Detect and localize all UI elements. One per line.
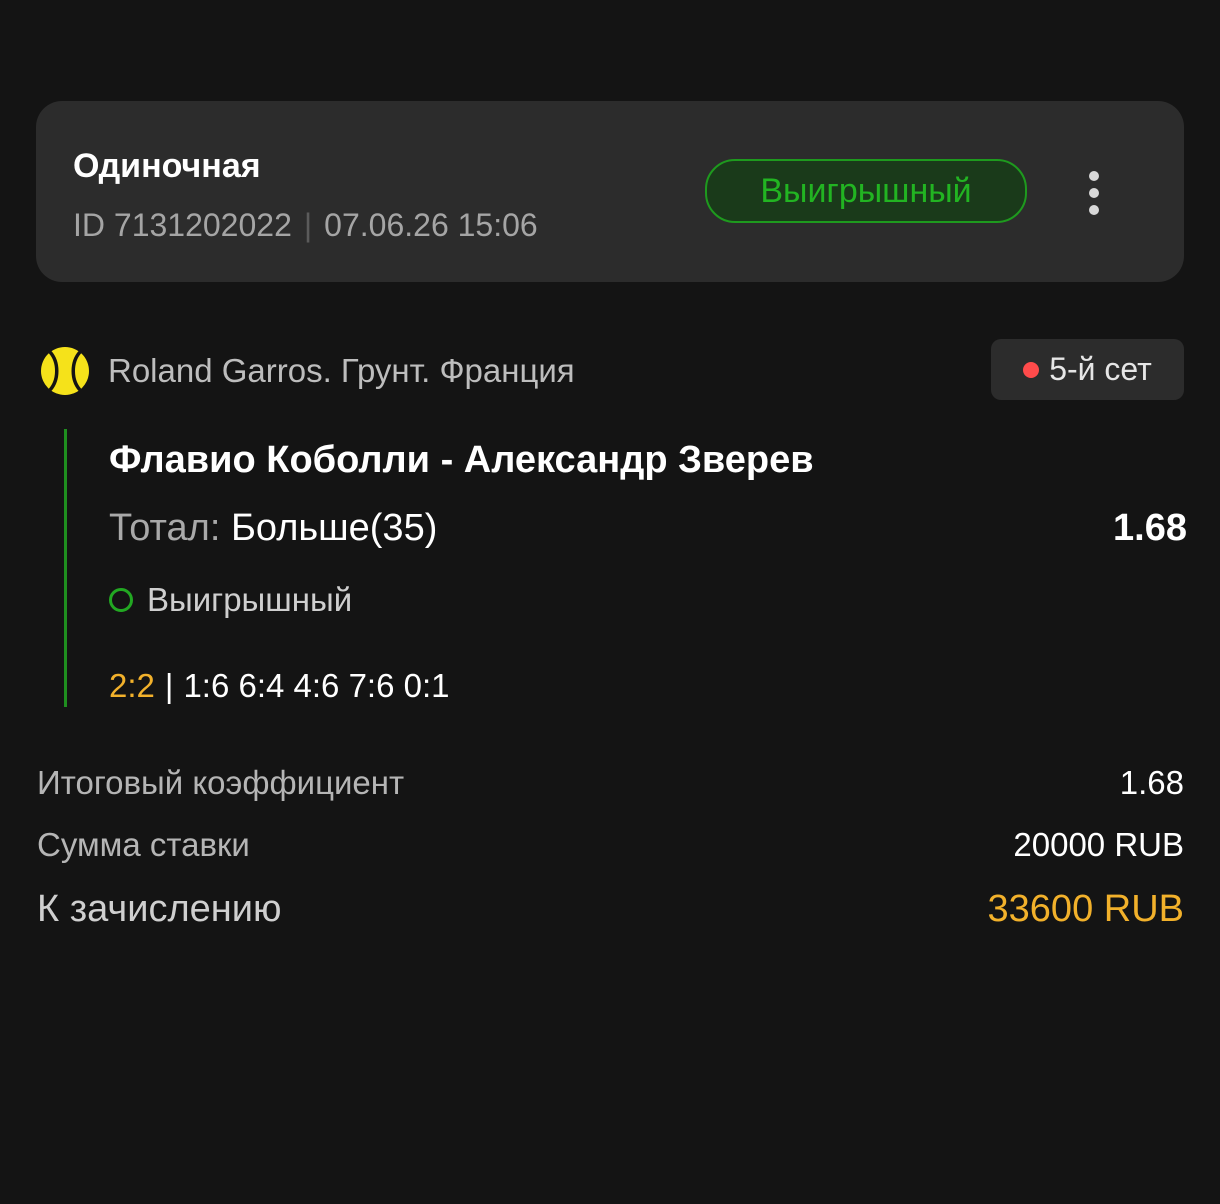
bet-id: ID 7131202022 (73, 207, 292, 243)
bet-header-card: Одиночная ID 7131202022 | 07.06.26 15:06 В… (36, 101, 1184, 282)
tennis-ball-icon (41, 347, 89, 395)
payout-value: 33600 RUB (987, 888, 1184, 930)
total-coef-label: Итоговый коэффициент (37, 764, 405, 801)
market-value: Больше(35) (230, 507, 438, 549)
win-ring-icon (109, 588, 133, 612)
meta-separator: | (303, 207, 313, 243)
tournament-row: Roland Garros. Грунт. Франция (40, 345, 575, 397)
tournament-name: Roland Garros. Грунт. Франция (108, 352, 575, 389)
sets-score: 2:2 (109, 667, 155, 704)
outcome-status-label: Выигрышный (147, 581, 353, 618)
games-score: 1:6 6:4 4:6 7:6 0:1 (183, 667, 450, 704)
market-line: Тотал: Больше(35) (109, 507, 437, 550)
summary-total-coef: Итоговый коэффициент 1.68 (37, 764, 1184, 802)
bet-meta: ID 7131202022 | 07.06.26 15:06 (73, 207, 538, 244)
summary-payout: К зачислению 33600 RUB (37, 888, 1184, 931)
bet-status-badge: Выигрышный (705, 159, 1027, 223)
live-period-badge: 5-й сет (991, 339, 1184, 400)
market-label: Тотал: (109, 507, 231, 549)
match-title[interactable]: Флавио Коболли - Александр Зверев (109, 439, 814, 482)
bet-type: Одиночная (73, 147, 261, 185)
stake-label: Сумма ставки (37, 826, 250, 863)
bet-datetime: 07.06.26 15:06 (324, 207, 538, 243)
event-coefficient: 1.68 (1113, 507, 1187, 549)
more-vertical-icon[interactable] (1076, 163, 1112, 223)
live-period-label: 5-й сет (1049, 351, 1152, 387)
stake-value: 20000 RUB (1013, 826, 1184, 863)
event-block: Флавио Коболли - Александр Зверев Тотал:… (64, 429, 1187, 707)
total-coef-value: 1.68 (1119, 764, 1184, 801)
summary-stake: Сумма ставки 20000 RUB (37, 826, 1184, 864)
more-dot (1089, 188, 1099, 198)
score-separator: | (164, 667, 174, 704)
payout-label: К зачислению (37, 888, 282, 930)
more-dot (1089, 205, 1099, 215)
more-dot (1089, 171, 1099, 181)
live-dot-icon (1023, 361, 1040, 378)
score-line: 2:2 | 1:6 6:4 4:6 7:6 0:1 (109, 667, 450, 705)
outcome-status: Выигрышный (109, 581, 352, 619)
